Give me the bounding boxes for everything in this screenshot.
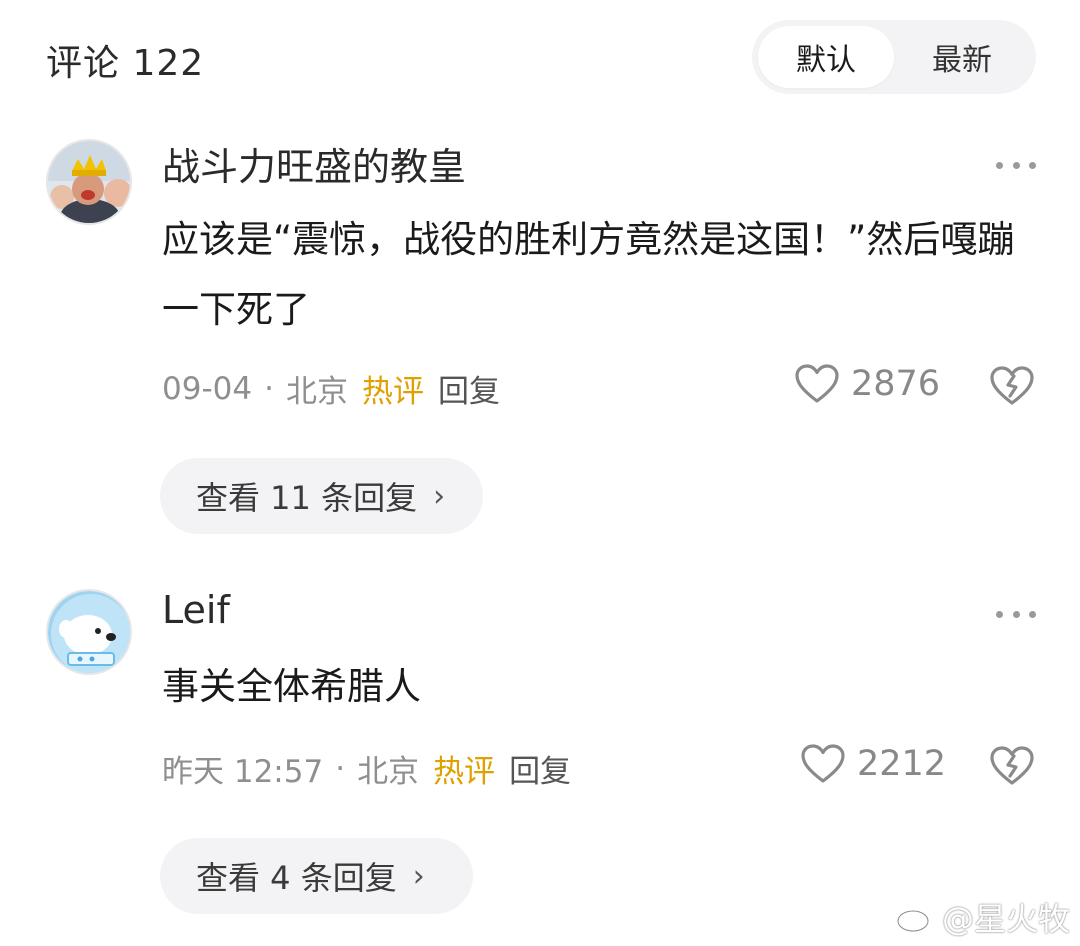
like-button[interactable]: 2876 [795, 364, 940, 404]
more-dots-icon[interactable] [996, 155, 1036, 175]
hot-comment-badge: 热评 [433, 754, 496, 790]
like-count: 2876 [851, 364, 941, 404]
separator-dot: · [264, 370, 274, 407]
comment-text: 应该是“震惊，战役的胜利方竟然是这国！”然后嘎蹦一下死了 [162, 218, 1015, 331]
watermark: @星火牧 [896, 894, 1070, 940]
reply-button[interactable]: 回复 [509, 746, 571, 791]
avatar[interactable] [46, 139, 132, 225]
comment-text: 事关全体希腊人 [162, 665, 421, 708]
comment-date: 昨天 12:57 [162, 754, 324, 790]
chevron-right-icon: › [433, 478, 446, 514]
broken-heart-icon [990, 366, 1034, 405]
comment-section: 评论 122 默认 最新 战斗力旺盛的教皇 应该是“震惊，战役的胜利方竟然是这国… [0, 0, 1080, 946]
sort-latest-tab[interactable]: 最新 [894, 26, 1030, 88]
reply-button[interactable]: 回复 [438, 366, 500, 411]
username[interactable]: Leif [162, 588, 230, 632]
view-replies-button[interactable]: 查看 4 条回复 › [160, 838, 473, 914]
dislike-button[interactable] [990, 366, 1034, 410]
more-dots-icon[interactable] [996, 604, 1036, 624]
broken-heart-icon [990, 746, 1034, 785]
heart-icon [795, 364, 839, 403]
weibo-logo-icon [896, 902, 935, 933]
comment-meta: 09-04 · 北京 热评 回复 [162, 366, 500, 411]
username[interactable]: 战斗力旺盛的教皇 [162, 136, 466, 191]
chevron-right-icon: › [412, 858, 425, 894]
view-replies-label: 查看 11 条回复 [196, 479, 418, 517]
hot-comment-badge: 热评 [361, 374, 424, 410]
comment-meta: 昨天 12:57 · 北京 热评 回复 [162, 746, 571, 791]
dislike-button[interactable] [990, 746, 1034, 790]
like-count: 2212 [857, 744, 947, 784]
comment-date: 09-04 [162, 370, 253, 407]
sort-toggle: 默认 最新 [752, 20, 1036, 94]
view-replies-label: 查看 4 条回复 [196, 859, 397, 897]
watermark-text: @星火牧 [941, 900, 1070, 938]
comment-location: 北京 [285, 374, 348, 410]
separator-dot: · [335, 750, 346, 787]
sort-default-tab[interactable]: 默认 [758, 26, 894, 88]
view-replies-button[interactable]: 查看 11 条回复 › [160, 458, 483, 534]
comment-location: 北京 [357, 754, 420, 790]
avatar[interactable] [46, 589, 132, 675]
comments-count-title: 评论 122 [46, 43, 205, 84]
heart-icon [801, 744, 845, 783]
like-button[interactable]: 2212 [801, 744, 946, 784]
